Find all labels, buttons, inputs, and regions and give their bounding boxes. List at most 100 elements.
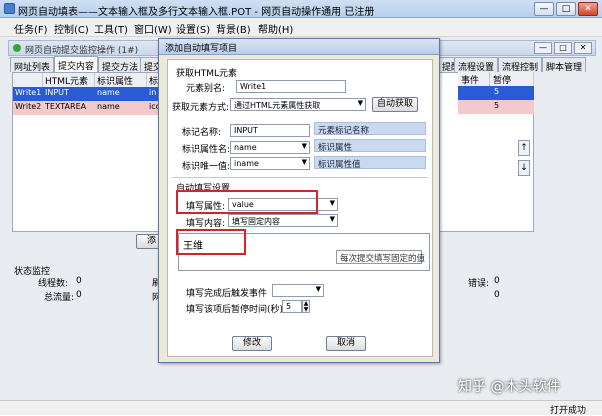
row-pause: 5 (494, 87, 500, 96)
chevron-down-icon: ▼ (329, 215, 335, 223)
attr-name-select[interactable]: name ▼ (230, 141, 310, 154)
tab-url-list[interactable]: 网址列表 (10, 57, 55, 73)
tag-name-input[interactable]: INPUT (230, 124, 310, 137)
menu-window[interactable]: 窗口(W) (134, 21, 172, 36)
menu-bar: 任务(F) 控制(C) 工具(T) 窗口(W) 设置(S) 背景(B) 帮助(H… (0, 18, 602, 37)
app-icon (4, 3, 15, 14)
row-element: TEXTAREA (45, 102, 87, 111)
main-window-title: 网页自动填表——文本输入框及多行文本输入框.POT - 网页自动操作通用 已注册 (18, 7, 375, 18)
sub-close-button[interactable]: ✕ (574, 42, 592, 54)
tab-submit-options[interactable]: 提交选 (140, 57, 160, 72)
chevron-down-icon: ▼ (315, 285, 321, 293)
attr-name-label: 标识属性名: (182, 145, 231, 155)
pause-time-input[interactable]: 5 (282, 300, 302, 313)
cancel-button[interactable]: 取消 (326, 336, 366, 351)
dialog-title: 添加自动填写项目 (165, 44, 238, 54)
attr-name-hint: 标识属性 (314, 139, 426, 153)
dialog-body: 获取HTML元素 元素别名: Write1 获取元素方式: 通过HTML元素属性… (167, 59, 433, 357)
grid-right-columns: 事件 暂停 5 5 (458, 72, 534, 114)
pause-time-label: 填写该项后暂停时间(秒) (186, 305, 284, 315)
grid-header-pause[interactable]: 暂停 (490, 72, 534, 86)
maximize-button[interactable]: □ (556, 2, 576, 16)
table-row[interactable]: Write1 INPUT name in (13, 87, 167, 101)
tab-submit-method[interactable]: 提交方法 (98, 57, 143, 73)
fetch-method-value: 通过HTML元素属性获取 (234, 101, 321, 110)
tab-flow-control[interactable]: 流程控制 (498, 57, 543, 73)
move-up-icon[interactable]: ↑ (518, 140, 530, 156)
sub-minimize-button[interactable]: — (534, 42, 552, 54)
col3-value: 0 (494, 290, 500, 300)
row-attr: name (97, 102, 120, 111)
fetch-method-select[interactable]: 通过HTML元素属性获取 ▼ (230, 98, 366, 111)
status-dot-icon (13, 44, 21, 52)
main-title-bar: 网页自动填表——文本输入框及多行文本输入框.POT - 网页自动操作通用 已注册… (0, 0, 602, 18)
dialog-title-bar: 添加自动填写项目 (159, 39, 439, 55)
trigger-event-select[interactable]: ▼ (272, 284, 324, 297)
menu-background[interactable]: 背景(B) (216, 21, 251, 36)
attr-name-value: name (234, 143, 257, 152)
tab-flow-settings[interactable]: 流程设置 (454, 57, 499, 73)
menu-control[interactable]: 控制(C) (54, 21, 89, 36)
chevron-down-icon: ▼ (357, 99, 363, 107)
sub-maximize-button[interactable]: □ (554, 42, 572, 54)
grid-header-element[interactable]: HTML元素 (43, 73, 95, 87)
menu-help[interactable]: 帮助(H) (258, 21, 293, 36)
thread-label: 线程数: (38, 279, 69, 289)
row-element: INPUT (45, 88, 69, 97)
fill-content-value: 填写固定内容 (232, 217, 280, 226)
thread-value: 0 (76, 276, 82, 286)
close-button[interactable]: ✕ (578, 2, 598, 16)
row-extra: in (149, 88, 157, 97)
menu-settings[interactable]: 设置(S) (176, 21, 210, 36)
unique-value-hint: 标识属性值 (314, 156, 426, 170)
row-pause: 5 (494, 101, 500, 110)
watermark: 知乎 @木头软件 (458, 379, 561, 395)
row-name: Write2 (15, 102, 42, 111)
modify-button[interactable]: 修改 (232, 336, 272, 351)
unique-value-select[interactable]: iname ▼ (230, 157, 310, 170)
sub-window-title: 网页自动提交监控操作 (1#) (25, 46, 139, 56)
error-value: 0 (494, 276, 500, 286)
status-bar: 打开成功 (0, 400, 602, 416)
unique-value-value: iname (234, 159, 259, 168)
chevron-down-icon: ▼ (301, 158, 307, 166)
trigger-event-label: 填写完成后触发事件 (186, 289, 268, 299)
flow-label: 总流量: (44, 293, 75, 303)
table-row[interactable]: Write2 TEXTAREA name ico (13, 101, 167, 115)
tab-submit-content[interactable]: 提交内容 (54, 56, 99, 72)
fill-content-tooltip: 每次提交填写固定的值 (336, 250, 425, 264)
add-button[interactable]: 添 (136, 234, 160, 249)
move-down-icon[interactable]: ↓ (518, 160, 530, 176)
status-text: 打开成功 (550, 406, 587, 416)
grid-header-event[interactable]: 事件 (458, 72, 490, 86)
fill-content-label: 填写内容: (186, 219, 226, 229)
unique-value-label: 标识唯一值: (182, 162, 231, 172)
flow-value: 0 (76, 290, 82, 300)
alias-input[interactable]: Write1 (236, 80, 346, 93)
table-row[interactable]: 5 (458, 100, 534, 114)
auto-fetch-button[interactable]: 自动获取 (372, 97, 418, 112)
menu-tools[interactable]: 工具(T) (94, 21, 128, 36)
pause-spinner-icon[interactable]: ▲ ▼ (302, 300, 310, 313)
highlight-fill-attr (176, 190, 318, 214)
menu-task[interactable]: 任务(F) (14, 21, 48, 36)
highlight-fill-text (176, 229, 246, 255)
table-row[interactable]: 5 (458, 86, 534, 100)
row-name: Write1 (15, 88, 42, 97)
tag-name-hint: 元素标记名称 (314, 122, 426, 136)
divider (172, 177, 428, 178)
alias-label: 元素别名: (186, 84, 226, 94)
fetch-method-label: 获取元素方式: (172, 103, 230, 113)
section-fetch-element: 获取HTML元素 (176, 69, 238, 79)
minimize-button[interactable]: — (534, 2, 554, 16)
tag-name-label: 标记名称: (182, 128, 222, 138)
grid-header-attr[interactable]: 标识属性 (95, 73, 147, 87)
tab-script-manage[interactable]: 脚本管理 (542, 57, 587, 73)
chevron-down-icon: ▼ (301, 142, 307, 150)
fill-content-select[interactable]: 填写固定内容 ▼ (228, 214, 338, 227)
add-fill-item-dialog: 添加自动填写项目 获取HTML元素 元素别名: Write1 获取元素方式: 通… (158, 38, 440, 363)
row-attr: name (97, 88, 120, 97)
grid-header-blank (13, 73, 43, 87)
error-label: 错误: (468, 279, 490, 289)
chevron-down-icon: ▼ (329, 199, 335, 207)
